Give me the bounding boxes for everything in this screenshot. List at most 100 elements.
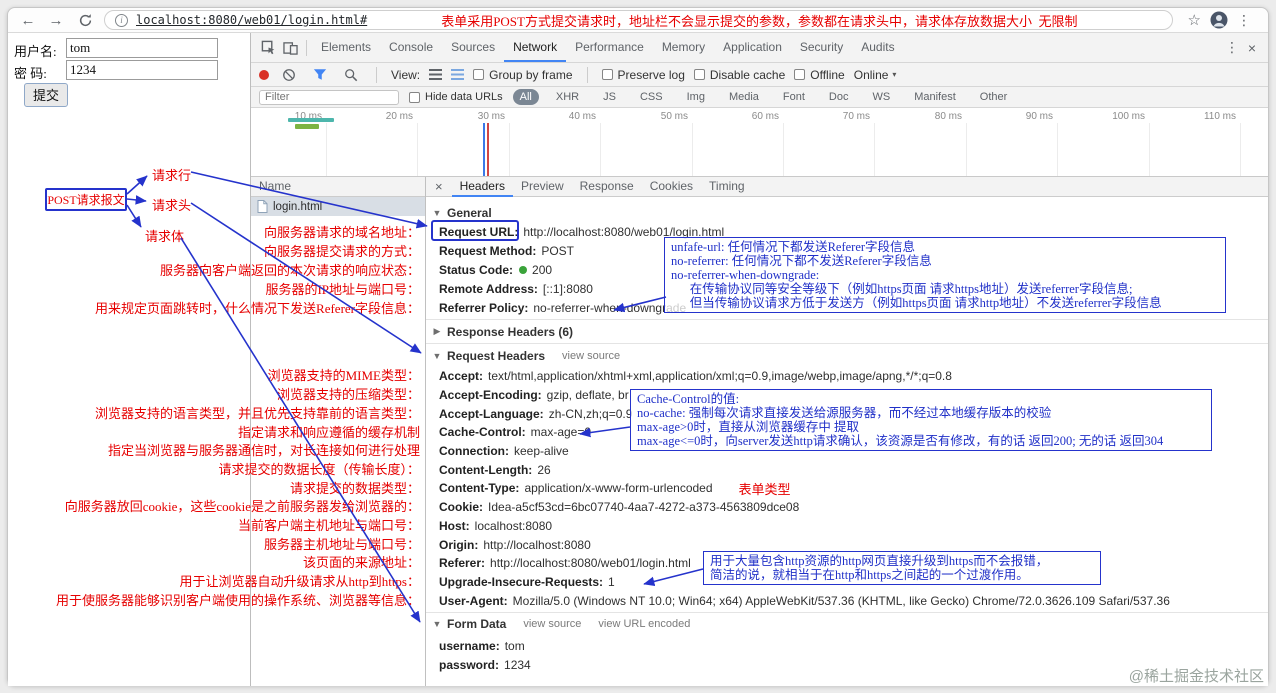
disclosure-open-icon: ▼ — [432, 207, 442, 218]
detail-tab-headers[interactable]: Headers — [452, 177, 513, 197]
headers-content: ▼ General Request URL: http://localhost:8… — [426, 197, 1268, 686]
offline-checkbox[interactable]: Offline — [794, 68, 845, 82]
tab-elements[interactable]: Elements — [312, 33, 380, 62]
clear-icon[interactable] — [278, 64, 300, 86]
back-icon[interactable]: ← — [18, 12, 38, 29]
tab-performance[interactable]: Performance — [566, 33, 653, 62]
filter-type-xhr[interactable]: XHR — [549, 89, 586, 105]
column-header-name[interactable]: Name — [251, 177, 425, 197]
section-response-headers[interactable]: ▶ Response Headers (6) — [426, 322, 1268, 341]
username-field[interactable] — [66, 38, 218, 58]
profile-avatar-icon[interactable] — [1208, 9, 1230, 31]
info-icon[interactable]: i — [115, 13, 128, 27]
filter-type-img[interactable]: Img — [680, 89, 712, 105]
gridline — [417, 123, 418, 176]
tab-memory[interactable]: Memory — [653, 33, 714, 62]
filter-type-manifest[interactable]: Manifest — [907, 89, 963, 105]
detail-tab-preview[interactable]: Preview — [513, 177, 572, 197]
form-data-username: username: tom — [439, 639, 525, 654]
tab-console[interactable]: Console — [380, 33, 442, 62]
close-detail-icon[interactable]: × — [426, 179, 452, 194]
filter-funnel-icon[interactable] — [309, 64, 331, 86]
detail-tab-cookies[interactable]: Cookies — [642, 177, 701, 197]
devtools-more-icon[interactable]: ⋮ — [1222, 39, 1242, 56]
section-request-headers[interactable]: ▼ Request Headers view source — [426, 346, 1268, 365]
view-source-link[interactable]: view source — [562, 350, 620, 362]
header-content-type: Content-Type: application/x-www-form-urle… — [426, 479, 1268, 498]
divider — [306, 39, 307, 56]
network-overview-timeline[interactable]: 10 ms 20 ms 30 ms 40 ms 50 ms 60 ms 70 m… — [251, 108, 1268, 177]
network-filter-bar: Hide data URLs All XHR JS CSS Img Media … — [251, 87, 1268, 108]
filter-type-ws[interactable]: WS — [865, 89, 897, 105]
section-general[interactable]: ▼ General — [426, 203, 1268, 222]
timeline-tick: 50 ms — [660, 111, 688, 122]
gridline — [874, 123, 875, 176]
checkbox-box — [601, 69, 613, 80]
filter-type-css[interactable]: CSS — [633, 89, 670, 105]
forward-icon[interactable]: → — [46, 12, 66, 29]
timeline-tick: 100 ms — [1112, 111, 1145, 122]
detail-tab-timing[interactable]: Timing — [701, 177, 753, 197]
tab-network[interactable]: Network — [504, 33, 566, 62]
requests-table: Name login.html — [251, 177, 425, 686]
group-by-frame-checkbox[interactable]: Group by frame — [473, 68, 573, 82]
filter-type-doc[interactable]: Doc — [822, 89, 856, 105]
tab-security[interactable]: Security — [791, 33, 852, 62]
gridline — [966, 123, 967, 176]
gridline — [600, 123, 601, 176]
header-upgrade-insecure-requests: Upgrade-Insecure-Requests: 1 — [439, 574, 615, 589]
gridline — [783, 123, 784, 176]
tab-application[interactable]: Application — [714, 33, 791, 62]
refresh-icon[interactable] — [74, 9, 96, 31]
list-view-icon[interactable] — [429, 69, 443, 80]
detail-tab-response[interactable]: Response — [572, 177, 642, 197]
header-connection: Connection: keep-alive — [439, 444, 569, 459]
header-accept-encoding: Accept-Encoding: gzip, deflate, br — [439, 388, 629, 403]
filter-type-other[interactable]: Other — [973, 89, 1015, 105]
section-form-data[interactable]: ▼ Form Data view source view URL encoded — [426, 615, 1268, 634]
view-url-encoded-link[interactable]: view URL encoded — [598, 618, 690, 630]
request-row-login[interactable]: login.html — [251, 197, 425, 216]
filter-type-js[interactable]: JS — [596, 89, 623, 105]
submit-button[interactable]: 提交 — [24, 83, 69, 107]
chevron-down-icon: ▾ — [892, 70, 897, 79]
header-host: Host: localhost:8080 — [439, 518, 553, 533]
tab-audits[interactable]: Audits — [852, 33, 903, 62]
timeline-tick: 80 ms — [934, 111, 962, 122]
header-cookie: Cookie: Idea-a5cf53cd=6bc07740-4aa7-4272-… — [439, 500, 800, 515]
filter-type-font[interactable]: Font — [776, 89, 812, 105]
browser-menu-icon[interactable]: ⋮ — [1237, 12, 1251, 29]
gridline — [326, 123, 327, 176]
timeline-tick: 70 ms — [842, 111, 870, 122]
view-source-link[interactable]: view source — [523, 618, 581, 630]
filter-type-all[interactable]: All — [512, 89, 539, 105]
gridline — [1149, 123, 1150, 176]
filter-input[interactable] — [259, 89, 399, 105]
checkbox-box — [473, 69, 485, 80]
preserve-log-checkbox[interactable]: Preserve log — [601, 68, 685, 82]
search-icon[interactable] — [340, 64, 362, 86]
device-toolbar-icon[interactable] — [279, 37, 301, 59]
hide-data-urls-checkbox[interactable]: Hide data URLs — [409, 91, 503, 103]
timeline-tick: 60 ms — [751, 111, 779, 122]
record-icon[interactable] — [259, 69, 269, 80]
tab-sources[interactable]: Sources — [442, 33, 504, 62]
filter-type-media[interactable]: Media — [722, 89, 766, 105]
checkbox-box — [794, 69, 806, 80]
password-label: 密 码: — [14, 66, 47, 81]
view-label: View: — [391, 67, 421, 82]
header-accept-language: Accept-Language: zh-CN,zh;q=0.9 — [439, 406, 633, 421]
address-bar[interactable]: i localhost:8080/web01/login.html# 表单采用P… — [104, 10, 1173, 30]
form-type-annotation: 表单类型 — [738, 481, 791, 497]
disable-cache-checkbox[interactable]: Disable cache — [693, 68, 785, 82]
bookmark-star-icon[interactable]: ☆ — [1188, 11, 1201, 29]
inspect-element-icon[interactable] — [257, 37, 279, 59]
divider — [426, 611, 1268, 613]
header-content-length: Content-Length: 26 — [439, 462, 551, 477]
gridline — [509, 123, 510, 176]
network-toolbar: View: Group by frame Preserve log Disabl… — [251, 63, 1268, 87]
password-field[interactable] — [66, 60, 218, 80]
throttling-dropdown[interactable]: Online ▾ — [854, 68, 897, 82]
overview-view-icon[interactable] — [451, 69, 465, 80]
devtools-close-icon[interactable]: × — [1242, 40, 1262, 56]
